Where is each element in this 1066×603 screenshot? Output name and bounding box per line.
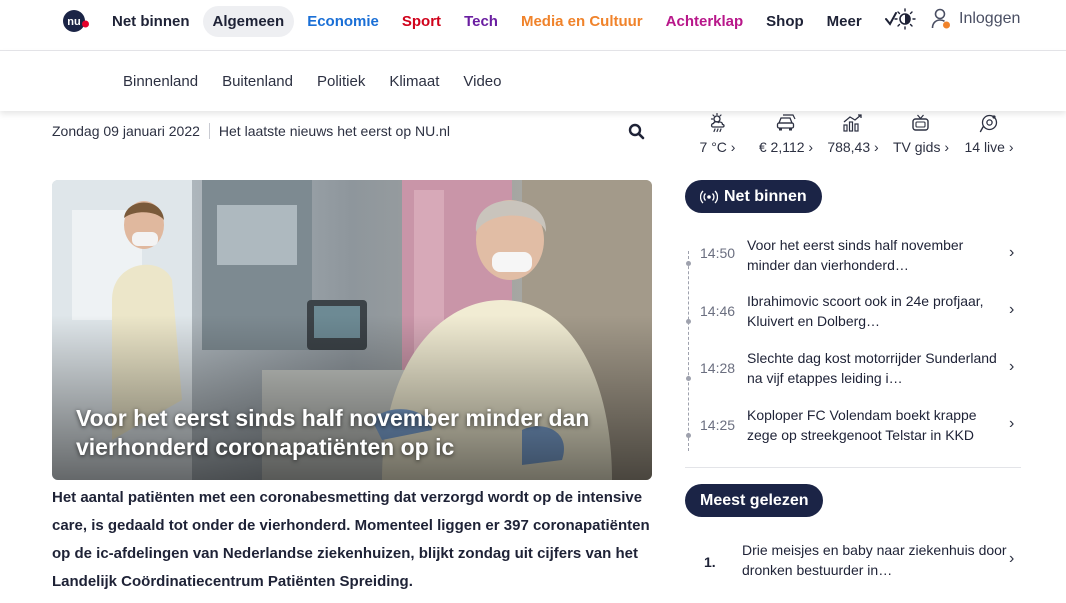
weather-value: 7 °C › <box>699 139 736 155</box>
item-time: 14:25 <box>700 417 736 433</box>
meest-gelezen-label: Meest gelezen <box>700 491 809 509</box>
broadcast-icon <box>700 190 718 203</box>
tv-icon <box>912 114 929 131</box>
item-headline[interactable]: Drie meisjes en baby naar ziekenhuis doo… <box>742 540 1007 580</box>
item-time: 14:28 <box>700 360 736 376</box>
nav-shop[interactable]: Shop <box>756 6 814 37</box>
chevron-right-icon: › <box>1009 301 1015 318</box>
nav-net-binnen[interactable]: Net binnen <box>102 6 200 37</box>
stock-widget[interactable]: 788,43 › <box>820 111 886 155</box>
login-label: Inloggen <box>959 10 1021 27</box>
weather-icon <box>710 113 725 133</box>
subnav-klimaat[interactable]: Klimaat <box>377 73 451 90</box>
net-binnen-list: 14:50 Voor het eerst sinds half november… <box>685 225 1020 455</box>
login-button[interactable]: Inloggen <box>931 8 1020 30</box>
net-binnen-item[interactable]: 14:46 Ibrahimovic scoort ook in 24e prof… <box>685 291 1020 341</box>
live-widget[interactable]: 14 live › <box>958 111 1020 155</box>
item-headline[interactable]: Voor het eerst sinds half november minde… <box>747 235 1002 275</box>
hero-title[interactable]: Voor het eerst sinds half november minde… <box>76 404 636 462</box>
user-icon <box>931 8 950 29</box>
stock-value: 788,43 › <box>827 139 879 155</box>
fuel-price-icon <box>776 114 796 131</box>
item-time: 14:46 <box>700 303 736 319</box>
section-divider <box>685 467 1021 468</box>
nav-economie[interactable]: Economie <box>297 6 389 37</box>
live-icon <box>979 114 998 133</box>
live-value: 14 live › <box>964 139 1014 155</box>
svg-text:nu: nu <box>67 16 80 28</box>
item-headline[interactable]: Slechte dag kost motorrijder Sunderland … <box>747 348 1002 388</box>
net-binnen-item[interactable]: 14:28 Slechte dag kost motorrijder Sunde… <box>685 348 1020 398</box>
meest-gelezen-item[interactable]: 1. Drie meisjes en baby naar ziekenhuis … <box>685 540 1020 585</box>
subnav-binnenland[interactable]: Binnenland <box>111 73 210 90</box>
nav-media-en-cultuur[interactable]: Media en Cultuur <box>511 6 653 37</box>
chevron-right-icon: › <box>1009 244 1015 261</box>
sub-navigation-bar: Binnenland Buitenland Politiek Klimaat V… <box>0 51 1066 111</box>
subnav-buitenland[interactable]: Buitenland <box>210 73 305 90</box>
dateline-divider <box>208 123 210 139</box>
nu-logo-icon[interactable]: nu <box>62 9 90 33</box>
timeline-dot <box>686 433 691 438</box>
net-binnen-header[interactable]: Net binnen <box>685 180 822 213</box>
timeline-dot <box>686 376 691 381</box>
tv-guide-value: TV gids › <box>892 139 949 155</box>
net-binnen-item[interactable]: 14:50 Voor het eerst sinds half november… <box>685 235 1020 285</box>
hero-article[interactable]: Voor het eerst sinds half november minde… <box>52 180 652 480</box>
timeline-dot <box>686 319 691 324</box>
chevron-right-icon: › <box>1009 415 1015 432</box>
top-navigation-bar: nu Net binnen Algemeen Economie Sport Te… <box>0 0 1066 51</box>
sub-navigation: Binnenland Buitenland Politiek Klimaat V… <box>111 51 513 111</box>
hero-intro-text: Het aantal patiënten met een coronabesme… <box>52 489 650 590</box>
current-date: Zondag 09 januari 2022 <box>52 123 200 139</box>
chevron-right-icon: › <box>1009 550 1015 567</box>
item-time: 14:50 <box>700 245 736 261</box>
meest-gelezen-header[interactable]: Meest gelezen <box>685 484 824 517</box>
timeline-dot <box>686 261 691 266</box>
rank-number: 1. <box>704 554 716 570</box>
net-binnen-item[interactable]: 14:25 Koploper FC Volendam boekt krappe … <box>685 405 1020 455</box>
weather-widget[interactable]: 7 °C › <box>690 111 745 155</box>
fuel-price-value: € 2,112 › <box>758 139 814 155</box>
main-navigation: Net binnen Algemeen Economie Sport Tech … <box>102 0 875 42</box>
search-icon[interactable] <box>627 122 647 142</box>
subnav-politiek[interactable]: Politiek <box>305 73 377 90</box>
nav-achterklap[interactable]: Achterklap <box>656 6 754 37</box>
subnav-video[interactable]: Video <box>451 73 513 90</box>
item-headline[interactable]: Koploper FC Volendam boekt krappe zege o… <box>747 405 1002 445</box>
nav-algemeen[interactable]: Algemeen <box>202 5 295 37</box>
dateline: Zondag 09 januari 2022 Het laatste nieuw… <box>52 123 450 139</box>
chevron-right-icon: › <box>1009 358 1015 375</box>
stock-chart-icon <box>843 114 862 132</box>
service-widgets: 7 °C › € 2,112 › 788,43 › TV gids › 14 l… <box>690 111 1025 161</box>
nav-tech[interactable]: Tech <box>454 6 508 37</box>
nav-meer[interactable]: Meer <box>817 6 872 37</box>
nav-sport[interactable]: Sport <box>392 6 451 37</box>
theme-toggle-icon[interactable] <box>884 8 916 30</box>
fuel-price-widget[interactable]: € 2,112 › <box>748 111 824 155</box>
net-binnen-label: Net binnen <box>724 187 807 205</box>
tv-guide-widget[interactable]: TV gids › <box>886 111 956 155</box>
site-tagline: Het laatste nieuws het eerst op NU.nl <box>218 123 451 139</box>
item-headline[interactable]: Ibrahimovic scoort ook in 24e profjaar, … <box>747 291 1002 331</box>
